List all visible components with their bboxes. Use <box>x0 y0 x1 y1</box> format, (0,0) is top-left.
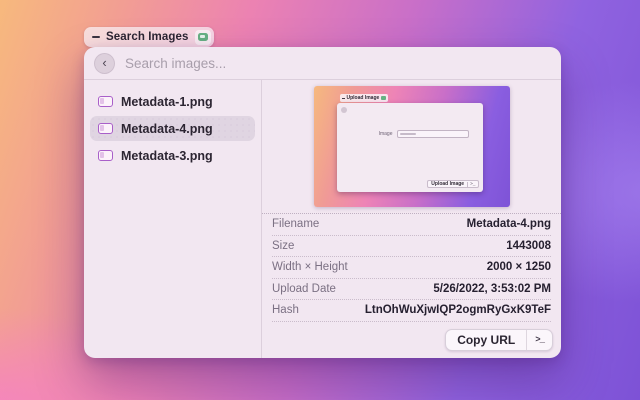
preview-input-text <box>400 133 416 135</box>
hint-chip-label: Search Images <box>106 31 189 43</box>
action-footer: Copy URL >_ <box>262 322 561 359</box>
back-button-icon <box>341 107 347 113</box>
file-list: Metadata-1.png Metadata-4.png Metadata-3… <box>84 80 262 358</box>
meta-value: LtnOhWuXjwIQP2ogmRyGxK9TeF <box>365 304 551 316</box>
list-item-selected[interactable]: Metadata-4.png <box>90 116 255 141</box>
copy-url-combo-button: Copy URL >_ <box>445 329 553 351</box>
meta-value: Metadata-4.png <box>467 218 551 230</box>
terminal-icon: >_ <box>467 182 477 187</box>
meta-label: Width × Height <box>272 261 348 273</box>
meta-label: Upload Date <box>272 283 336 295</box>
image-icon <box>98 150 113 161</box>
preview-submit-label: Upload Image <box>428 181 467 187</box>
table-row: Hash LtnOhWuXjwIQP2ogmRyGxK9TeF <box>272 300 551 322</box>
extension-icon-box[interactable] <box>195 30 211 45</box>
detail-pane: Upload Image Image Upload Image <box>262 80 561 358</box>
preview-form: Image <box>337 130 483 138</box>
preview-form-label: Image <box>337 131 393 137</box>
meta-label: Size <box>272 240 294 252</box>
preview-mini-window: Image Upload Image >_ <box>337 103 483 192</box>
meta-label: Filename <box>272 218 319 230</box>
meta-label: Hash <box>272 304 299 316</box>
dash-icon <box>342 98 345 99</box>
dash-icon <box>92 36 100 38</box>
actions-menu-button[interactable]: >_ <box>527 329 552 351</box>
extension-icon <box>381 96 386 100</box>
preview-area: Upload Image Image Upload Image <box>262 80 561 213</box>
image-icon <box>98 123 113 134</box>
table-row: Filename Metadata-4.png <box>272 214 551 236</box>
list-item[interactable]: Metadata-3.png <box>90 143 255 168</box>
table-row: Size 1443008 <box>272 236 551 258</box>
image-icon <box>98 96 113 107</box>
list-item[interactable]: Metadata-1.png <box>90 89 255 114</box>
meta-value: 2000 × 1250 <box>487 261 551 273</box>
table-row: Width × Height 2000 × 1250 <box>272 257 551 279</box>
preview-actions: Upload Image >_ <box>427 180 478 188</box>
window-body: Metadata-1.png Metadata-4.png Metadata-3… <box>84 80 561 358</box>
search-bar: ‹ <box>84 47 561 80</box>
extension-icon <box>198 33 208 41</box>
meta-value: 5/26/2022, 3:53:02 PM <box>433 283 551 295</box>
preview-input <box>397 130 469 138</box>
app-window: ‹ Metadata-1.png Metadata-4.png Metadata… <box>84 47 561 358</box>
preview-chip-label: Upload Image <box>347 95 380 101</box>
list-item-label: Metadata-3.png <box>121 149 213 163</box>
meta-value: 1443008 <box>506 240 551 252</box>
list-item-label: Metadata-1.png <box>121 95 213 109</box>
preview-hint-chip: Upload Image <box>340 94 389 102</box>
image-preview: Upload Image Image Upload Image <box>314 86 510 207</box>
list-item-label: Metadata-4.png <box>121 122 213 136</box>
search-input[interactable] <box>125 56 551 71</box>
metadata-table: Filename Metadata-4.png Size 1443008 Wid… <box>262 213 561 322</box>
copy-url-button[interactable]: Copy URL <box>446 329 526 351</box>
back-button[interactable]: ‹ <box>94 53 115 74</box>
table-row: Upload Date 5/26/2022, 3:53:02 PM <box>272 279 551 301</box>
hint-chip[interactable]: Search Images <box>84 27 214 47</box>
